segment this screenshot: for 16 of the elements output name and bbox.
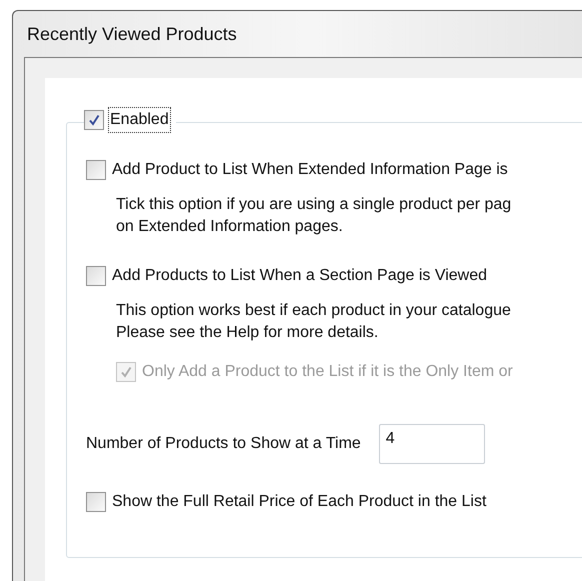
option-label[interactable]: Show the Full Retail Price of Each Product in the List [112,490,486,514]
checkbox[interactable] [86,266,106,286]
checkbox[interactable] [86,160,106,180]
option-description: on Extended Information pages. [116,217,344,237]
field-label: Number of Products to Show at a Time [86,434,361,454]
window-title: Recently Viewed Products [27,22,237,46]
checkbox[interactable] [84,110,104,130]
option-label[interactable]: Add Products to List When a Section Page is Viewed [112,264,488,288]
number-field[interactable]: 4 [378,424,485,464]
checkmark-icon [88,114,100,126]
checkmark-icon [120,366,132,378]
option-label[interactable]: Add Product to List When Extended Information Page is [112,158,508,182]
checkbox[interactable] [86,492,106,512]
option-description: Tick this option if you are using a single product per pag [116,195,512,215]
option-description: Please see the Help for more details. [116,323,380,343]
option-description: This option works best if each product in your catalogue [116,301,512,321]
